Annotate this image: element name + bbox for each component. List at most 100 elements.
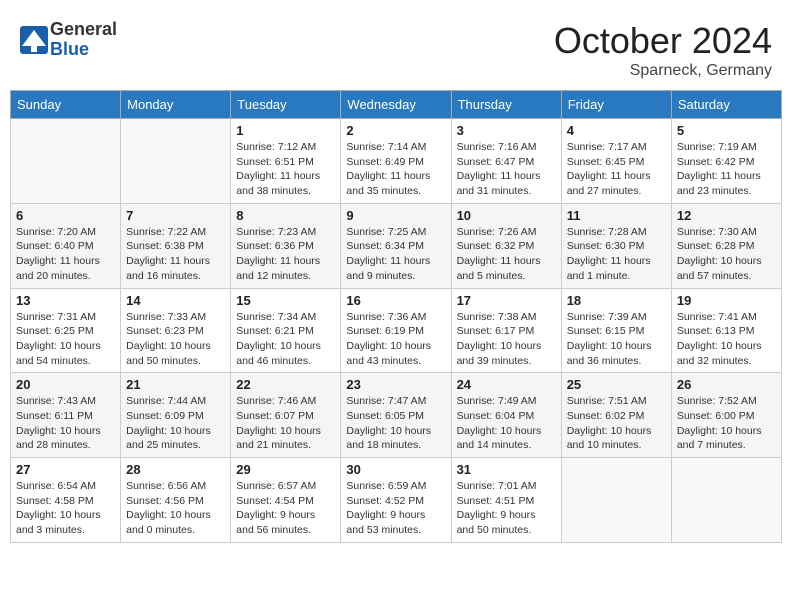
- calendar-cell: 7 Sunrise: 7:22 AM Sunset: 6:38 PM Daylig…: [121, 203, 231, 288]
- day-number: 18: [567, 293, 666, 308]
- day-info: Sunrise: 7:44 AM Sunset: 6:09 PM Dayligh…: [126, 394, 225, 453]
- day-info: Sunrise: 7:41 AM Sunset: 6:13 PM Dayligh…: [677, 310, 776, 369]
- day-number: 9: [346, 208, 445, 223]
- calendar-week-row: 1 Sunrise: 7:12 AM Sunset: 6:51 PM Daylig…: [11, 119, 782, 204]
- calendar-cell: [561, 458, 671, 543]
- title-block: October 2024 Sparneck, Germany: [554, 20, 772, 80]
- day-number: 12: [677, 208, 776, 223]
- day-info: Sunrise: 7:14 AM Sunset: 6:49 PM Dayligh…: [346, 140, 445, 199]
- day-number: 30: [346, 462, 445, 477]
- day-number: 14: [126, 293, 225, 308]
- location: Sparneck, Germany: [554, 62, 772, 80]
- calendar-cell: 25 Sunrise: 7:51 AM Sunset: 6:02 PM Dayli…: [561, 373, 671, 458]
- day-number: 3: [457, 123, 556, 138]
- weekday-header-monday: Monday: [121, 91, 231, 119]
- weekday-header-row: SundayMondayTuesdayWednesdayThursdayFrid…: [11, 91, 782, 119]
- day-info: Sunrise: 7:30 AM Sunset: 6:28 PM Dayligh…: [677, 225, 776, 284]
- day-info: Sunrise: 7:17 AM Sunset: 6:45 PM Dayligh…: [567, 140, 666, 199]
- day-info: Sunrise: 7:33 AM Sunset: 6:23 PM Dayligh…: [126, 310, 225, 369]
- day-info: Sunrise: 7:47 AM Sunset: 6:05 PM Dayligh…: [346, 394, 445, 453]
- calendar-cell: 16Sunrise: 7:36 AM Sunset: 6:19 PM Dayli…: [341, 288, 451, 373]
- day-info: Sunrise: 7:23 AM Sunset: 6:36 PM Dayligh…: [236, 225, 335, 284]
- calendar-cell: 18 Sunrise: 7:39 AM Sunset: 6:15 PM Dayli…: [561, 288, 671, 373]
- day-number: 19: [677, 293, 776, 308]
- day-info: Sunrise: 7:25 AM Sunset: 6:34 PM Dayligh…: [346, 225, 445, 284]
- logo-text: General Blue: [50, 20, 117, 60]
- calendar-cell: 3 Sunrise: 7:16 AM Sunset: 6:47 PM Daylig…: [451, 119, 561, 204]
- day-info: Sunrise: 7:12 AM Sunset: 6:51 PM Dayligh…: [236, 140, 335, 199]
- calendar-cell: 10 Sunrise: 7:26 AM Sunset: 6:32 PM Dayli…: [451, 203, 561, 288]
- calendar-cell: 14 Sunrise: 7:33 AM Sunset: 6:23 PM Dayli…: [121, 288, 231, 373]
- day-number: 17: [457, 293, 556, 308]
- day-info: Sunrise: 7:19 AM Sunset: 6:42 PM Dayligh…: [677, 140, 776, 199]
- calendar-cell: 22 Sunrise: 7:46 AM Sunset: 6:07 PM Dayli…: [231, 373, 341, 458]
- calendar-cell: [671, 458, 781, 543]
- day-info: Sunrise: 6:54 AM Sunset: 4:58 PM Dayligh…: [16, 479, 115, 538]
- day-number: 2: [346, 123, 445, 138]
- day-number: 26: [677, 377, 776, 392]
- day-number: 22: [236, 377, 335, 392]
- calendar-cell: 4Sunrise: 7:17 AM Sunset: 6:45 PM Daylig…: [561, 119, 671, 204]
- calendar-cell: 5Sunrise: 7:19 AM Sunset: 6:42 PM Daylig…: [671, 119, 781, 204]
- weekday-header-thursday: Thursday: [451, 91, 561, 119]
- day-info: Sunrise: 7:34 AM Sunset: 6:21 PM Dayligh…: [236, 310, 335, 369]
- calendar-cell: 27 Sunrise: 6:54 AM Sunset: 4:58 PM Dayli…: [11, 458, 121, 543]
- calendar-week-row: 27 Sunrise: 6:54 AM Sunset: 4:58 PM Dayli…: [11, 458, 782, 543]
- calendar-week-row: 13 Sunrise: 7:31 AM Sunset: 6:25 PM Dayli…: [11, 288, 782, 373]
- month-title: October 2024: [554, 20, 772, 62]
- calendar-cell: 6Sunrise: 7:20 AM Sunset: 6:40 PM Daylig…: [11, 203, 121, 288]
- calendar-cell: 2 Sunrise: 7:14 AM Sunset: 6:49 PM Daylig…: [341, 119, 451, 204]
- day-number: 27: [16, 462, 115, 477]
- day-info: Sunrise: 7:26 AM Sunset: 6:32 PM Dayligh…: [457, 225, 556, 284]
- day-number: 10: [457, 208, 556, 223]
- calendar-cell: 17 Sunrise: 7:38 AM Sunset: 6:17 PM Dayli…: [451, 288, 561, 373]
- calendar-week-row: 6Sunrise: 7:20 AM Sunset: 6:40 PM Daylig…: [11, 203, 782, 288]
- logo-general: General: [50, 20, 117, 40]
- calendar-body: 1 Sunrise: 7:12 AM Sunset: 6:51 PM Daylig…: [11, 119, 782, 543]
- calendar-cell: 1 Sunrise: 7:12 AM Sunset: 6:51 PM Daylig…: [231, 119, 341, 204]
- day-info: Sunrise: 7:16 AM Sunset: 6:47 PM Dayligh…: [457, 140, 556, 199]
- day-info: Sunrise: 7:28 AM Sunset: 6:30 PM Dayligh…: [567, 225, 666, 284]
- calendar-cell: 20Sunrise: 7:43 AM Sunset: 6:11 PM Dayli…: [11, 373, 121, 458]
- day-number: 28: [126, 462, 225, 477]
- calendar-cell: 15Sunrise: 7:34 AM Sunset: 6:21 PM Dayli…: [231, 288, 341, 373]
- calendar-cell: 31Sunrise: 7:01 AM Sunset: 4:51 PM Dayli…: [451, 458, 561, 543]
- logo-blue: Blue: [50, 40, 117, 60]
- day-number: 23: [346, 377, 445, 392]
- day-number: 6: [16, 208, 115, 223]
- calendar-cell: 24Sunrise: 7:49 AM Sunset: 6:04 PM Dayli…: [451, 373, 561, 458]
- day-number: 21: [126, 377, 225, 392]
- logo-icon: [20, 26, 48, 54]
- calendar-cell: 8Sunrise: 7:23 AM Sunset: 6:36 PM Daylig…: [231, 203, 341, 288]
- day-info: Sunrise: 7:22 AM Sunset: 6:38 PM Dayligh…: [126, 225, 225, 284]
- calendar-cell: [121, 119, 231, 204]
- day-number: 13: [16, 293, 115, 308]
- day-info: Sunrise: 6:56 AM Sunset: 4:56 PM Dayligh…: [126, 479, 225, 538]
- day-info: Sunrise: 7:36 AM Sunset: 6:19 PM Dayligh…: [346, 310, 445, 369]
- calendar-cell: 29Sunrise: 6:57 AM Sunset: 4:54 PM Dayli…: [231, 458, 341, 543]
- day-info: Sunrise: 7:43 AM Sunset: 6:11 PM Dayligh…: [16, 394, 115, 453]
- calendar-cell: 11 Sunrise: 7:28 AM Sunset: 6:30 PM Dayli…: [561, 203, 671, 288]
- weekday-header-friday: Friday: [561, 91, 671, 119]
- day-info: Sunrise: 6:59 AM Sunset: 4:52 PM Dayligh…: [346, 479, 445, 538]
- calendar-cell: 21 Sunrise: 7:44 AM Sunset: 6:09 PM Dayli…: [121, 373, 231, 458]
- day-info: Sunrise: 7:51 AM Sunset: 6:02 PM Dayligh…: [567, 394, 666, 453]
- calendar-cell: 23 Sunrise: 7:47 AM Sunset: 6:05 PM Dayli…: [341, 373, 451, 458]
- weekday-header-tuesday: Tuesday: [231, 91, 341, 119]
- day-number: 7: [126, 208, 225, 223]
- day-info: Sunrise: 7:49 AM Sunset: 6:04 PM Dayligh…: [457, 394, 556, 453]
- day-number: 25: [567, 377, 666, 392]
- day-number: 11: [567, 208, 666, 223]
- weekday-header-sunday: Sunday: [11, 91, 121, 119]
- calendar-cell: 30 Sunrise: 6:59 AM Sunset: 4:52 PM Dayli…: [341, 458, 451, 543]
- day-info: Sunrise: 7:01 AM Sunset: 4:51 PM Dayligh…: [457, 479, 556, 538]
- page-header: General Blue October 2024 Sparneck, Germ…: [10, 10, 782, 85]
- logo: General Blue: [20, 20, 117, 60]
- day-info: Sunrise: 7:39 AM Sunset: 6:15 PM Dayligh…: [567, 310, 666, 369]
- calendar-cell: 9 Sunrise: 7:25 AM Sunset: 6:34 PM Daylig…: [341, 203, 451, 288]
- day-info: Sunrise: 7:46 AM Sunset: 6:07 PM Dayligh…: [236, 394, 335, 453]
- day-info: Sunrise: 7:38 AM Sunset: 6:17 PM Dayligh…: [457, 310, 556, 369]
- day-info: Sunrise: 7:31 AM Sunset: 6:25 PM Dayligh…: [16, 310, 115, 369]
- calendar-cell: 19 Sunrise: 7:41 AM Sunset: 6:13 PM Dayli…: [671, 288, 781, 373]
- day-number: 1: [236, 123, 335, 138]
